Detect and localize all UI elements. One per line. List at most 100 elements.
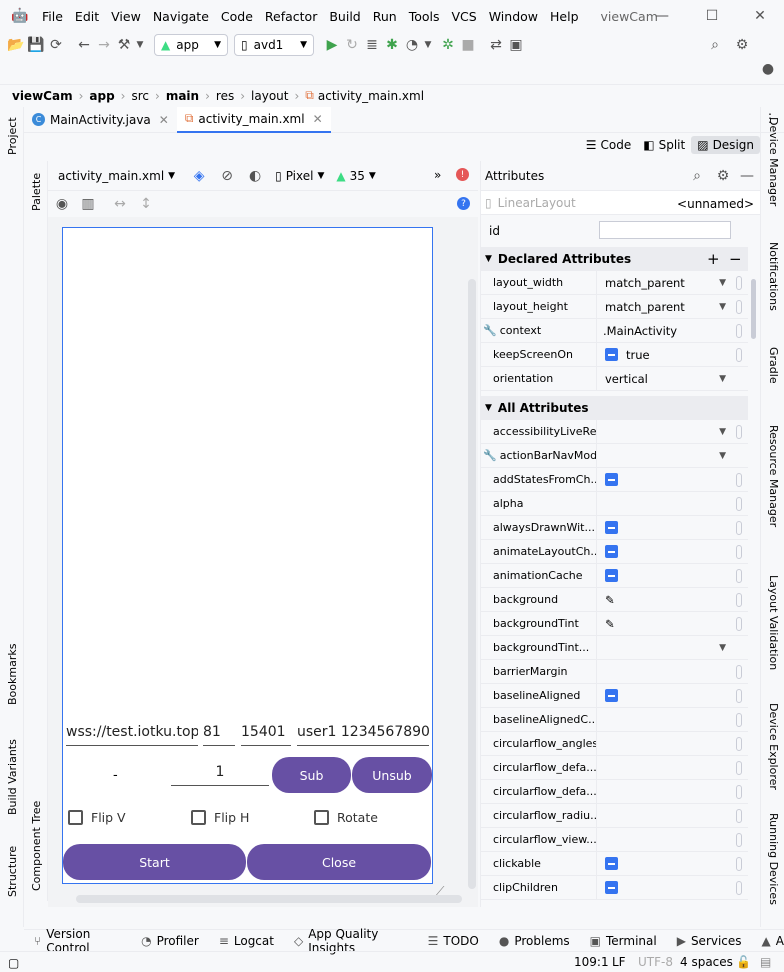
back-icon[interactable]: ← <box>74 35 94 55</box>
attribute-value[interactable]: .MainActivity <box>603 324 677 338</box>
project-tool-button[interactable]: Project <box>6 117 19 155</box>
resource-picker-icon[interactable] <box>736 784 742 799</box>
unsub-button[interactable]: Unsub <box>352 757 432 793</box>
attribute-row[interactable]: barrierMargin <box>481 659 748 684</box>
menu-window[interactable]: Window <box>489 9 538 24</box>
attribute-row[interactable]: backgroundTint... ▼ <box>481 635 748 660</box>
breadcrumb-item[interactable]: layout <box>251 89 288 103</box>
resource-picker-icon[interactable] <box>736 736 742 751</box>
menu-vcs[interactable]: VCS <box>452 9 477 24</box>
chevron-down-icon[interactable]: ▼ <box>719 278 726 288</box>
checkbox-indeterminate-icon[interactable] <box>605 857 618 870</box>
attribute-row[interactable]: clipChildren <box>481 875 748 900</box>
flip-h-checkbox[interactable]: Flip H <box>191 810 249 825</box>
horizontal-resize-icon[interactable]: ↔ <box>110 194 130 214</box>
running-devices-tool-button[interactable]: Running Devices <box>767 813 780 905</box>
resource-picker-icon[interactable] <box>736 688 742 703</box>
phone-preview[interactable]: wss://test.iotku.top 81 15401 user1 1234… <box>62 227 433 884</box>
breadcrumb-item[interactable]: app <box>89 89 114 103</box>
menu-edit[interactable]: Edit <box>75 9 99 24</box>
start-button[interactable]: Start <box>63 844 246 880</box>
account-icon[interactable]: ● <box>758 59 778 79</box>
attribute-row[interactable]: layout_width match_parent ▼ <box>481 270 748 295</box>
close-window-icon[interactable]: ✕ <box>750 6 770 26</box>
resize-handle-icon[interactable]: ⟋ <box>436 884 444 899</box>
attribute-row[interactable]: circularflow_defa... <box>481 755 748 780</box>
chevron-down-icon[interactable]: ▼ <box>134 35 146 55</box>
eyedropper-icon[interactable]: ✎ <box>605 593 615 607</box>
debug-icon[interactable]: ✱ <box>382 35 402 55</box>
chevron-down-icon[interactable]: ▼ <box>719 643 726 653</box>
attribute-row[interactable]: baselineAligned <box>481 683 748 708</box>
tab-activity-main[interactable]: ⧉ activity_main.xml ✕ <box>176 106 331 133</box>
resource-picker-icon[interactable] <box>736 664 742 679</box>
build-variants-tool-button[interactable]: Build Variants <box>6 739 19 815</box>
attribute-row[interactable]: keepScreenOn true <box>481 342 748 367</box>
status-widget-icon[interactable]: ▢ <box>8 956 19 970</box>
rotate-checkbox[interactable]: Rotate <box>314 810 378 825</box>
chevron-down-icon[interactable]: ▼ <box>422 35 434 55</box>
chevron-down-icon[interactable]: ▼ <box>719 374 726 384</box>
resource-picker-icon[interactable] <box>736 544 742 559</box>
attribute-row[interactable]: layout_height match_parent ▼ <box>481 294 748 319</box>
port-field[interactable]: 81 <box>203 724 235 746</box>
attribute-row[interactable]: baselineAlignedC... <box>481 707 748 732</box>
resource-picker-icon[interactable] <box>736 760 742 775</box>
open-folder-icon[interactable]: 📂 <box>6 35 26 55</box>
checkbox-indeterminate-icon[interactable] <box>605 545 618 558</box>
menu-run[interactable]: Run <box>373 9 397 24</box>
attribute-row[interactable]: alwaysDrawnWit... <box>481 515 748 540</box>
resource-picker-icon[interactable] <box>736 424 742 439</box>
minimize-icon[interactable]: — <box>652 6 672 26</box>
attributes-scrollbar[interactable] <box>751 279 756 339</box>
checkbox-indeterminate-icon[interactable] <box>605 881 618 894</box>
layers-icon[interactable]: ◈ <box>189 166 209 186</box>
menu-code[interactable]: Code <box>221 9 253 24</box>
terminal-tool-button[interactable]: ▣ Terminal <box>590 934 657 948</box>
menu-tools[interactable]: Tools <box>409 9 440 24</box>
close-button[interactable]: Close <box>247 844 431 880</box>
attribute-row[interactable]: 🔧 context .MainActivity <box>481 318 748 343</box>
indent-setting[interactable]: 4 spaces <box>680 955 733 969</box>
line-ending[interactable]: LF <box>612 955 626 969</box>
orientation-icon[interactable]: ⊘ <box>217 166 237 186</box>
resource-picker-icon[interactable] <box>736 275 742 290</box>
build-hammer-icon[interactable]: ⚒ <box>114 35 134 55</box>
apply-changes-icon[interactable]: ≣ <box>362 35 382 55</box>
search-icon[interactable]: ⌕ <box>705 35 725 55</box>
declared-attributes-header[interactable]: ▼ Declared Attributes + − <box>481 247 748 271</box>
minimize-panel-icon[interactable]: — <box>737 166 757 186</box>
resource-picker-icon[interactable] <box>736 299 742 314</box>
vertical-scrollbar[interactable] <box>468 279 476 889</box>
eyedropper-icon[interactable]: ✎ <box>605 617 615 631</box>
server-url-field[interactable]: wss://test.iotku.top <box>66 724 198 746</box>
menu-navigate[interactable]: Navigate <box>153 9 209 24</box>
structure-tool-button[interactable]: Structure <box>6 846 19 897</box>
device-select[interactable]: ▯ avd1 ▼ <box>234 34 314 56</box>
split-mode-button[interactable]: ◧ Split <box>637 136 691 154</box>
all-attributes-header[interactable]: ▼ All Attributes <box>481 396 748 420</box>
resource-picker-icon[interactable] <box>736 568 742 583</box>
forward-icon[interactable]: → <box>94 35 114 55</box>
resource-picker-icon[interactable] <box>736 712 742 727</box>
menu-build[interactable]: Build <box>329 9 360 24</box>
attribute-row[interactable]: circularflow_defa... <box>481 779 748 804</box>
resource-picker-icon[interactable] <box>736 616 742 631</box>
services-tool-button[interactable]: ▶ Services <box>677 934 742 948</box>
attribute-row[interactable]: clickable <box>481 851 748 876</box>
attribute-value[interactable]: vertical <box>605 372 648 386</box>
device-mirror-icon[interactable]: ⇄ <box>486 35 506 55</box>
gradle-tool-button[interactable]: Gradle <box>767 347 780 384</box>
attribute-row[interactable]: orientation vertical ▼ <box>481 366 748 391</box>
layout-validation-tool-button[interactable]: Layout Validation <box>767 575 780 670</box>
device-preview-select[interactable]: ▯ Pixel ▼ <box>275 169 324 183</box>
night-mode-icon[interactable]: ◐ <box>245 166 265 186</box>
id-input[interactable] <box>599 221 731 239</box>
resource-picker-icon[interactable] <box>736 880 742 895</box>
close-icon[interactable]: ✕ <box>313 112 323 126</box>
chevron-down-icon[interactable]: ▼ <box>719 302 726 312</box>
counter-field[interactable]: 1 <box>171 764 269 786</box>
checkbox-indeterminate-icon[interactable] <box>605 521 618 534</box>
design-mode-button[interactable]: ▨ Design <box>691 136 760 154</box>
gear-icon[interactable]: ⚙ <box>732 35 752 55</box>
